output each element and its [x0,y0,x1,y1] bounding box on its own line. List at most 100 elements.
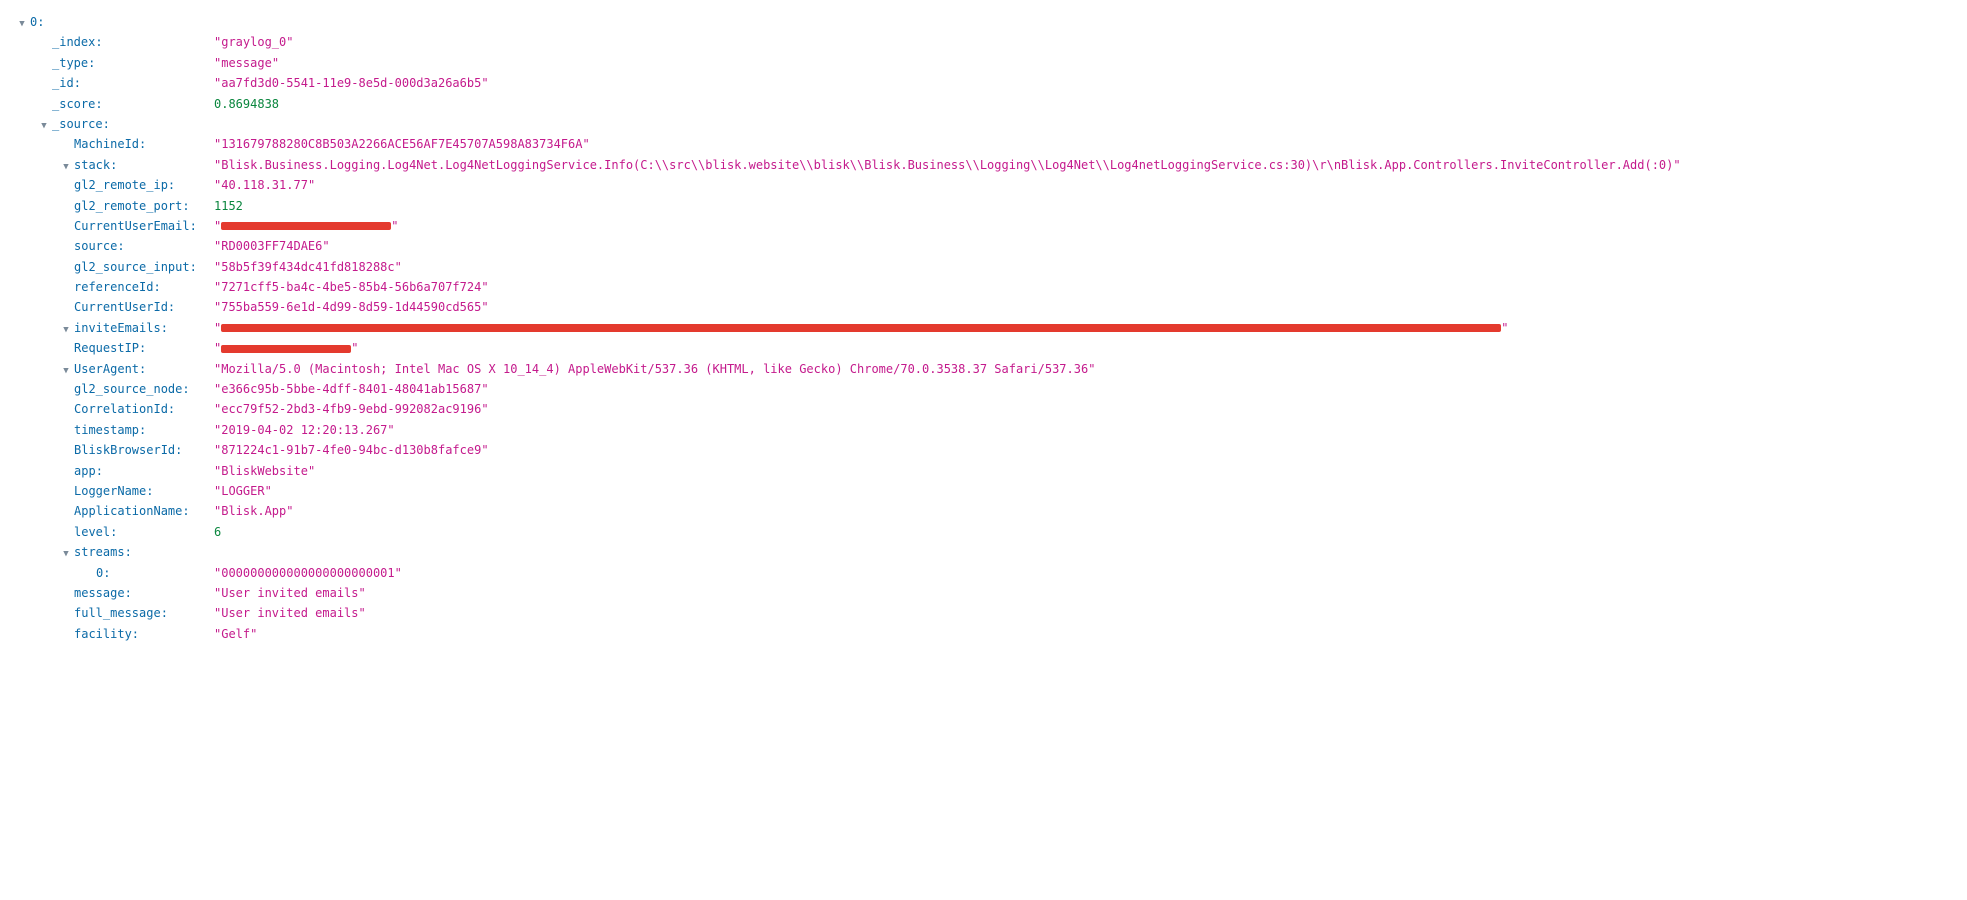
redacted-bar [221,222,391,230]
json-value: Mozilla/5.0 (Macintosh; Intel Mac OS X 1… [214,359,1095,379]
chevron-down-icon[interactable]: ▼ [62,364,70,379]
json-row: CurrentUserId:755ba559-6e1d-4d99-8d59-1d… [18,297,1949,317]
json-key: RequestIP [74,338,139,358]
json-key: facility [74,624,132,644]
json-value: Blisk.App [214,501,294,521]
chevron-down-icon[interactable]: ▼ [62,160,70,175]
json-row: _id:aa7fd3d0-5541-11e9-8e5d-000d3a26a6b5 [18,73,1949,93]
json-key: source [74,236,117,256]
json-key: _source [52,114,103,134]
chevron-down-icon[interactable]: ▼ [18,17,26,32]
json-value: Blisk.Business.Logging.Log4Net.Log4NetLo… [214,155,1681,175]
json-value: 871224c1-91b7-4fe0-94bc-d130b8fafce9 [214,440,489,460]
json-key: UserAgent [74,359,139,379]
json-key: _index [52,32,95,52]
json-value: aa7fd3d0-5541-11e9-8e5d-000d3a26a6b5 [214,73,489,93]
json-row: ApplicationName:Blisk.App [18,501,1949,521]
chevron-down-icon[interactable]: ▼ [62,323,70,338]
json-key: ApplicationName [74,501,182,521]
json-row: gl2_source_input:58b5f39f434dc41fd818288… [18,257,1949,277]
json-row: gl2_remote_ip:40.118.31.77 [18,175,1949,195]
json-key: 0 [96,563,103,583]
json-key: timestamp [74,420,139,440]
json-row: CorrelationId:ecc79f52-2bd3-4fb9-9ebd-99… [18,399,1949,419]
json-row: level:6 [18,522,1949,542]
json-key: LoggerName [74,481,146,501]
json-value: "" [214,338,358,358]
json-value: graylog_0 [214,32,294,52]
json-key: level [74,522,110,542]
json-key: _id [52,73,74,93]
json-value: 2019-04-02 12:20:13.267 [214,420,395,440]
json-value: 000000000000000000000001 [214,563,402,583]
json-row: referenceId:7271cff5-ba4c-4be5-85b4-56b6… [18,277,1949,297]
json-row[interactable]: ▼UserAgent:Mozilla/5.0 (Macintosh; Intel… [18,359,1949,379]
json-row: CurrentUserEmail:"" [18,216,1949,236]
json-value: User invited emails [214,603,366,623]
json-value: "" [214,216,398,236]
json-value: Gelf [214,624,257,644]
json-tree: ▼0:_index:graylog_0_type:message_id:aa7f… [18,12,1949,644]
json-row[interactable]: ▼inviteEmails:"" [18,318,1949,338]
json-key: gl2_source_node [74,379,182,399]
json-value: 6 [214,522,221,542]
json-key: stack [74,155,110,175]
json-value: 131679788280C8B503A2266ACE56AF7E45707A59… [214,134,590,154]
json-row: app:BliskWebsite [18,461,1949,481]
json-value: 58b5f39f434dc41fd818288c [214,257,402,277]
json-key: gl2_source_input [74,257,190,277]
json-key: message [74,583,125,603]
json-row: facility:Gelf [18,624,1949,644]
json-key: BliskBrowserId [74,440,175,460]
json-value: 7271cff5-ba4c-4be5-85b4-56b6a707f724 [214,277,489,297]
json-row-root[interactable]: ▼0: [18,12,1949,32]
json-value: 0.8694838 [214,94,279,114]
json-value: LOGGER [214,481,272,501]
json-row[interactable]: ▼stack:Blisk.Business.Logging.Log4Net.Lo… [18,155,1949,175]
json-key: gl2_remote_ip [74,175,168,195]
json-key: app [74,461,96,481]
json-row: MachineId:131679788280C8B503A2266ACE56AF… [18,134,1949,154]
json-value: BliskWebsite [214,461,315,481]
json-key: streams [74,542,125,562]
json-key: CurrentUserEmail [74,216,190,236]
json-value: "" [214,318,1508,338]
json-key: 0 [30,12,37,32]
json-row: timestamp:2019-04-02 12:20:13.267 [18,420,1949,440]
json-key: gl2_remote_port [74,196,182,216]
chevron-down-icon[interactable]: ▼ [62,547,70,562]
json-key: CurrentUserId [74,297,168,317]
json-value: User invited emails [214,583,366,603]
json-value: ecc79f52-2bd3-4fb9-9ebd-992082ac9196 [214,399,489,419]
json-row: RequestIP:"" [18,338,1949,358]
json-value: 40.118.31.77 [214,175,315,195]
json-key: _score [52,94,95,114]
json-key: MachineId [74,134,139,154]
json-value: RD0003FF74DAE6 [214,236,330,256]
json-row[interactable]: ▼_source: [18,114,1949,134]
json-key: _type [52,53,88,73]
json-row: _score:0.8694838 [18,94,1949,114]
json-key: full_message [74,603,161,623]
json-row: 0:000000000000000000000001 [18,563,1949,583]
json-value: 1152 [214,196,243,216]
json-row: full_message:User invited emails [18,603,1949,623]
json-value: e366c95b-5bbe-4dff-8401-48041ab15687 [214,379,489,399]
json-row: BliskBrowserId:871224c1-91b7-4fe0-94bc-d… [18,440,1949,460]
json-row: message:User invited emails [18,583,1949,603]
json-row: _index:graylog_0 [18,32,1949,52]
chevron-down-icon[interactable]: ▼ [40,119,48,134]
json-row: LoggerName:LOGGER [18,481,1949,501]
json-key: CorrelationId [74,399,168,419]
json-row: gl2_remote_port:1152 [18,196,1949,216]
json-value: message [214,53,279,73]
redacted-bar [221,324,1501,332]
json-key: inviteEmails [74,318,161,338]
json-key: referenceId [74,277,153,297]
json-row: gl2_source_node:e366c95b-5bbe-4dff-8401-… [18,379,1949,399]
json-row: source:RD0003FF74DAE6 [18,236,1949,256]
json-value: 755ba559-6e1d-4d99-8d59-1d44590cd565 [214,297,489,317]
redacted-bar [221,345,351,353]
json-row[interactable]: ▼streams: [18,542,1949,562]
json-row: _type:message [18,53,1949,73]
